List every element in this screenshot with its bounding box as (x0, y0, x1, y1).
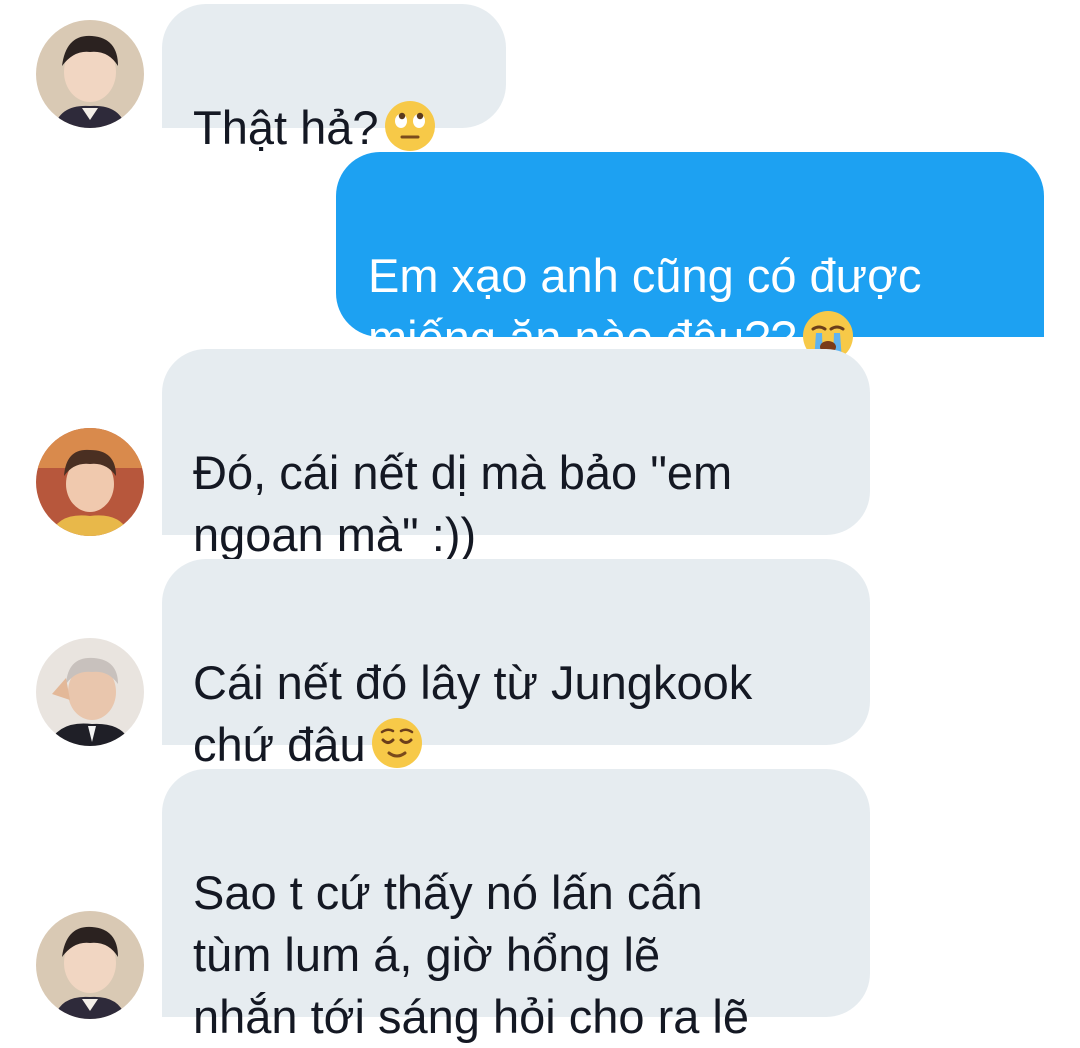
relieved-emoji-icon (370, 716, 424, 770)
message-text: Đó, cái nết dị mà bảo "em ngoan mà" :)) (193, 446, 733, 561)
sender-avatar[interactable] (36, 20, 144, 128)
sender-avatar[interactable] (36, 638, 144, 746)
message-bubble-incoming[interactable]: Thật hả? (162, 4, 506, 154)
avatar-photo (36, 911, 144, 1019)
sender-avatar[interactable] (36, 911, 144, 1019)
avatar-photo (36, 20, 144, 128)
message-text: Cái nết đó lây từ Jungkook chứ đâu (193, 656, 753, 771)
message-bubble-incoming[interactable]: Đó, cái nết dị mà bảo "em ngoan mà" :)) (162, 349, 870, 561)
message-bubble-outgoing[interactable]: Em xạo anh cũng có được miếng ăn nào đâu… (336, 152, 1044, 364)
avatar-photo (36, 638, 144, 746)
avatar-photo (36, 428, 144, 536)
sender-avatar[interactable] (36, 428, 144, 536)
message-bubble-incoming[interactable]: Cái nết đó lây từ Jungkook chứ đâu (162, 559, 870, 771)
message-text: Thật hả? (193, 101, 379, 154)
eye-roll-emoji-icon (383, 99, 437, 153)
message-bubble-incoming[interactable]: Sao t cứ thấy nó lấn cấn tùm lum á, giờ … (162, 769, 870, 1043)
message-text: Sao t cứ thấy nó lấn cấn tùm lum á, giờ … (193, 866, 750, 1043)
